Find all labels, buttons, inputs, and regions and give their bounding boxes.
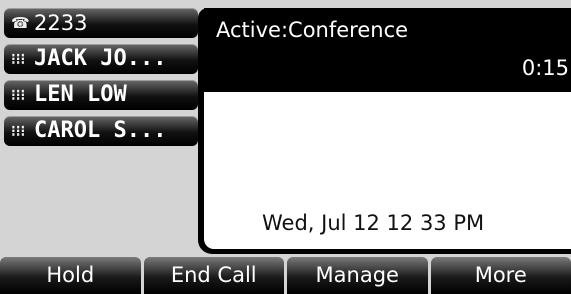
- idle-info-panel: Wed, Jul 12 12 33 PM: [204, 92, 571, 249]
- phone-handset-icon: ☎: [11, 14, 30, 32]
- line-key-label: 2233: [34, 11, 88, 35]
- line-key-label: LEN LOW: [34, 82, 127, 107]
- call-timer: 0:15: [521, 56, 569, 80]
- line-key-contact-len[interactable]: ⁝⁝⁝ LEN LOW: [4, 80, 198, 110]
- call-panel: Active:Conference 0:15: [204, 8, 571, 92]
- date-time-display: Wed, Jul 12 12 33 PM: [262, 211, 485, 235]
- line-key-label: JACK JO...: [34, 46, 167, 71]
- grid-contact-icon: ⁝⁝⁝: [11, 122, 26, 140]
- line-key-contact-jack[interactable]: ⁝⁝⁝ JACK JO...: [4, 44, 198, 74]
- line-key-contact-carol[interactable]: ⁝⁝⁝ CAROL S...: [4, 116, 198, 146]
- line-key-extension[interactable]: ☎ 2233: [4, 8, 198, 38]
- hold-softkey[interactable]: Hold: [0, 257, 141, 294]
- call-status: Active:Conference: [216, 18, 409, 42]
- more-softkey[interactable]: More: [430, 257, 571, 294]
- grid-contact-icon: ⁝⁝⁝: [11, 50, 26, 68]
- softkey-bar: Hold End Call Manage More: [0, 257, 571, 294]
- grid-contact-icon: ⁝⁝⁝: [11, 86, 26, 104]
- line-key-label: CAROL S...: [34, 118, 167, 143]
- line-keys: ☎ 2233 ⁝⁝⁝ JACK JO... ⁝⁝⁝ LEN LOW ⁝⁝⁝ CA…: [4, 8, 198, 152]
- manage-softkey[interactable]: Manage: [287, 257, 428, 294]
- end-call-softkey[interactable]: End Call: [143, 257, 284, 294]
